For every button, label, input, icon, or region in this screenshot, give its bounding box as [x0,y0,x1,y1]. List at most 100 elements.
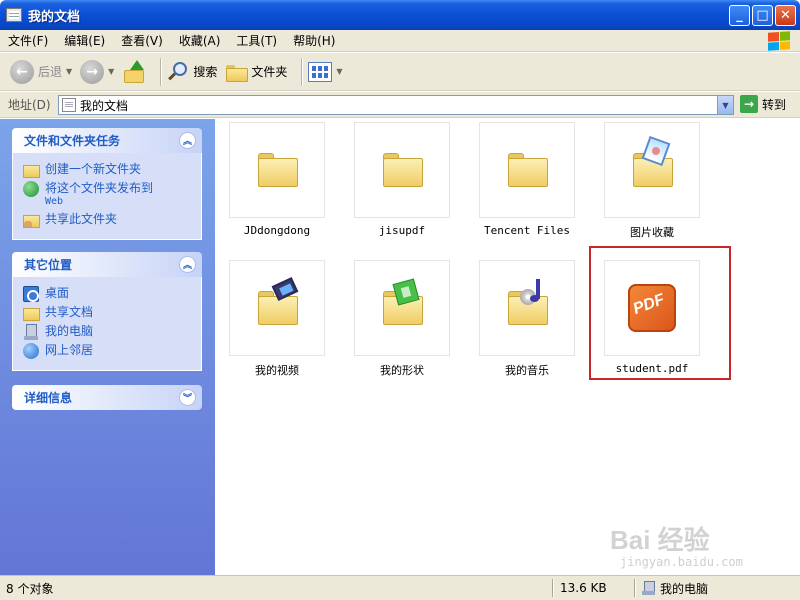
documents-icon [62,98,76,112]
file-view: JDdongdong jisupdf Tencent Files 图片收藏 我的… [215,119,800,575]
collapse-icon[interactable]: ︽ [179,132,196,149]
object-count: 8 个对象 [6,581,54,596]
task-share-folder[interactable]: 共享此文件夹 [23,212,193,228]
address-bar: 地址(D) 我的文档 ▼ → 转到 [0,92,800,118]
file-tasks-header[interactable]: 文件和文件夹任务 ︽ [12,128,202,153]
task-label: 共享此文件夹 [45,212,118,226]
toolbar-separator [301,57,303,86]
folder-icon [23,305,40,321]
file-name: JDdongdong [243,224,311,237]
folder-thumbnail [479,260,575,356]
back-dropdown-icon[interactable]: ▼ [66,67,72,76]
place-my-computer[interactable]: 我的电脑 [23,324,193,340]
folder-thumbnail [229,260,325,356]
file-item-my-music[interactable]: 我的音乐 [467,260,587,378]
file-tasks-title: 文件和文件夹任务 [24,134,121,148]
back-arrow-icon: ← [10,59,34,84]
menu-file[interactable]: 文件(F) [0,32,56,49]
status-bar: 8 个对象 13.6 KB 我的电脑 [0,575,800,600]
up-button[interactable] [122,57,146,87]
place-label: 网上邻居 [45,343,94,357]
address-input[interactable]: 我的文档 ▼ [58,95,734,115]
file-tasks-panel: 文件和文件夹任务 ︽ 创建一个新文件夹 将这个文件夹发布到 Web 共享此文件夹 [12,128,202,240]
forward-arrow-icon: → [80,59,105,84]
menu-help[interactable]: 帮助(H) [285,32,343,49]
documents-icon [6,8,22,22]
search-button[interactable]: 搜索 [167,57,217,87]
folder-thumbnail [354,122,450,218]
status-divider [552,579,553,597]
menu-favorites[interactable]: 收藏(A) [171,32,229,49]
window-title: 我的文档 [28,9,81,25]
music-note-icon [520,279,550,305]
go-arrow-icon: → [740,95,758,113]
file-item-jddongdong[interactable]: JDdongdong [217,122,337,237]
folders-button[interactable]: 文件夹 [225,57,287,87]
back-label: 后退 [38,65,63,79]
menu-edit[interactable]: 编辑(E) [56,32,113,49]
folder-icon [508,153,548,187]
details-title: 详细信息 [24,391,73,405]
folder-icon [258,153,298,187]
place-label: 共享文档 [45,305,94,319]
address-dropdown-icon[interactable]: ▼ [717,96,733,114]
location-label: 我的电脑 [660,581,709,596]
file-name: 我的音乐 [505,364,549,377]
menu-tools[interactable]: 工具(T) [228,32,285,49]
maximize-button[interactable]: □ [752,5,773,26]
task-publish-web[interactable]: 将这个文件夹发布到 Web [23,181,193,209]
address-label: 地址(D) [8,98,51,112]
search-icon [167,61,189,83]
toolbar: ← 后退 ▼ → ▼ 搜索 文件夹 ▼ [0,53,800,91]
baidu-watermark: Bai 经验 [610,525,710,555]
go-button[interactable]: → 转到 [740,95,786,113]
menu-view[interactable]: 查看(V) [113,32,171,49]
file-name: 我的形状 [380,364,424,377]
forward-button[interactable]: → ▼ [80,57,114,87]
total-size: 13.6 KB [560,581,607,595]
back-button[interactable]: ← 后退 ▼ [10,57,72,87]
address-value: 我的文档 [80,98,129,113]
publish-web-icon [23,181,39,197]
file-item-my-pictures[interactable]: 图片收藏 [592,122,712,240]
file-item-jisupdf[interactable]: jisupdf [342,122,462,237]
details-header[interactable]: 详细信息 ︾ [12,385,202,410]
go-label: 转到 [762,97,787,112]
task-pane: 文件和文件夹任务 ︽ 创建一个新文件夹 将这个文件夹发布到 Web 共享此文件夹 … [0,119,215,575]
file-item-my-shapes[interactable]: 我的形状 [342,260,462,378]
task-label: 将这个文件夹发布到 Web [45,181,154,207]
close-button[interactable]: ✕ [775,5,796,26]
expand-icon[interactable]: ︾ [179,389,196,406]
views-dropdown-icon[interactable]: ▼ [336,67,342,76]
place-network[interactable]: 网上邻居 [23,343,193,359]
share-folder-icon [23,212,40,228]
folders-icon [225,63,249,82]
minimize-button[interactable]: _ [729,5,750,26]
file-item-tencent-files[interactable]: Tencent Files [467,122,587,237]
views-button[interactable]: ▼ [308,57,343,87]
folder-thumbnail [479,122,575,218]
title-bar: 我的文档 _ □ ✕ [0,0,800,30]
file-tasks-body: 创建一个新文件夹 将这个文件夹发布到 Web 共享此文件夹 [12,153,202,240]
menu-bar: 文件(F) 编辑(E) 查看(V) 收藏(A) 工具(T) 帮助(H) [0,30,800,52]
other-places-panel: 其它位置 ︽ 桌面 共享文档 我的电脑 网上邻居 [12,252,202,371]
windows-logo-icon [768,31,790,51]
folder-up-icon [122,59,146,84]
search-label: 搜索 [193,65,218,79]
place-shared-documents[interactable]: 共享文档 [23,305,193,321]
forward-dropdown-icon[interactable]: ▼ [108,67,114,76]
place-desktop[interactable]: 桌面 [23,286,193,302]
place-label: 桌面 [45,286,70,300]
file-item-my-videos[interactable]: 我的视频 [217,260,337,378]
other-places-body: 桌面 共享文档 我的电脑 网上邻居 [12,277,202,371]
other-places-header[interactable]: 其它位置 ︽ [12,252,202,277]
views-icon [308,61,333,82]
place-label: 我的电脑 [45,324,94,338]
desktop-icon [23,286,39,302]
task-label: 创建一个新文件夹 [45,162,142,176]
my-computer-icon [23,324,39,340]
folder-thumbnail [229,122,325,218]
folders-label: 文件夹 [251,65,288,79]
collapse-icon[interactable]: ︽ [179,256,196,273]
task-new-folder[interactable]: 创建一个新文件夹 [23,162,193,178]
